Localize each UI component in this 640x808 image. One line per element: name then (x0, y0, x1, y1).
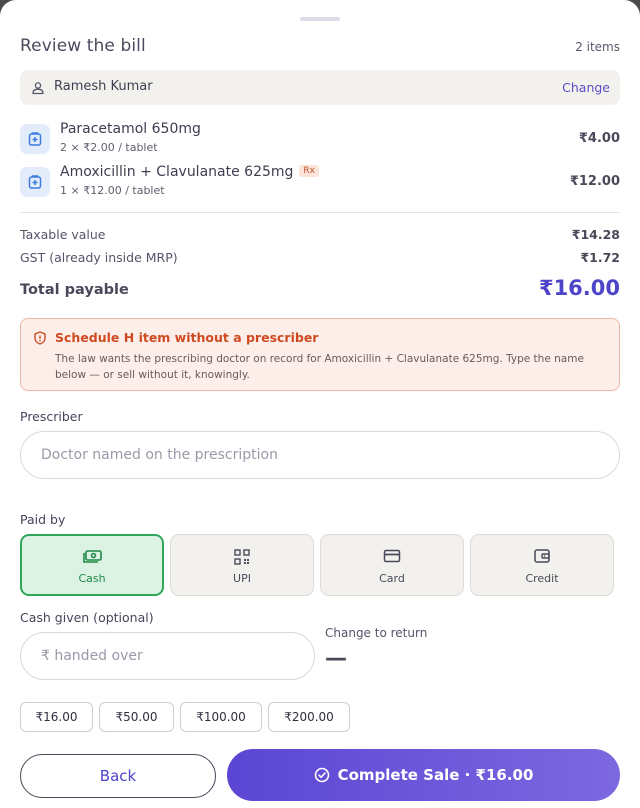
alert-body: The law wants the prescribing doctor on … (55, 353, 584, 381)
taxable-label: Taxable value (20, 227, 106, 242)
paid-by-label: Paid by (20, 512, 66, 527)
total-row: Total payable ₹16.00 (20, 276, 620, 300)
wallet-icon (534, 549, 550, 563)
complete-sale-label: Complete Sale · ₹16.00 (337, 766, 534, 784)
medicine-name: Amoxicillin + Clavulanate 625mg Rx (60, 164, 319, 180)
customer-name: Ramesh Kumar (54, 79, 153, 94)
total-value: ₹16.00 (538, 276, 620, 300)
quick-amount-button[interactable]: ₹50.00 (99, 702, 174, 732)
qr-code-icon (234, 549, 250, 565)
pay-option-credit[interactable]: Credit (470, 534, 614, 596)
header: Review the bill 2 items (20, 36, 620, 60)
page-title: Review the bill (20, 36, 146, 56)
taxable-row: Taxable value ₹14.28 (20, 227, 620, 247)
shield-warning-icon (34, 331, 46, 345)
taxable-value: ₹14.28 (571, 227, 620, 242)
medicine-name: Paracetamol 650mg (60, 121, 201, 137)
medicine-detail: 2 × ₹2.00 / tablet (60, 141, 158, 154)
line-amount: ₹4.00 (578, 131, 620, 146)
check-circle-icon (314, 767, 329, 783)
quick-amount-button[interactable]: ₹200.00 (268, 702, 350, 732)
cash-icon (83, 550, 102, 563)
person-icon (32, 82, 44, 95)
pay-option-label: Cash (78, 572, 106, 585)
line-amount: ₹12.00 (569, 174, 620, 189)
review-bill-sheet: Review the bill 2 items Ramesh Kumar Cha… (0, 0, 640, 808)
change-customer-button[interactable]: Change (562, 80, 610, 95)
gst-value: ₹1.72 (580, 250, 620, 265)
drag-handle[interactable] (300, 17, 340, 21)
pay-option-card[interactable]: Card (320, 534, 464, 596)
rx-badge: Rx (299, 165, 319, 177)
pay-option-label: Credit (525, 572, 559, 585)
back-button[interactable]: Back (20, 754, 216, 798)
gst-label: GST (already inside MRP) (20, 250, 178, 265)
medicine-icon (28, 132, 42, 146)
pay-option-label: UPI (233, 572, 251, 585)
card-icon (383, 549, 401, 563)
change-to-return-label: Change to return (325, 626, 428, 640)
medicine-detail: 1 × ₹12.00 / tablet (60, 184, 165, 197)
total-label: Total payable (20, 282, 129, 298)
quick-amount-button[interactable]: ₹100.00 (180, 702, 262, 732)
quick-amount-button[interactable]: ₹16.00 (20, 702, 93, 732)
medicine-icon (28, 175, 42, 189)
complete-sale-button[interactable]: Complete Sale · ₹16.00 (227, 749, 620, 801)
customer-bar: Ramesh Kumar Change (20, 70, 620, 105)
alert-title: Schedule H item without a prescriber (55, 330, 319, 345)
cash-given-label: Cash given (optional) (20, 610, 154, 625)
schedule-h-alert: Schedule H item without a prescriber The… (20, 318, 620, 391)
divider (20, 212, 620, 213)
pay-option-upi[interactable]: UPI (170, 534, 314, 596)
gst-row: GST (already inside MRP) ₹1.72 (20, 250, 620, 270)
list-item: Paracetamol 650mg 2 × ₹2.00 / tablet ₹4.… (20, 121, 620, 157)
cash-given-input[interactable] (20, 632, 315, 680)
list-item: Amoxicillin + Clavulanate 625mg Rx 1 × ₹1… (20, 164, 620, 200)
change-to-return-value: — (325, 646, 347, 671)
prescriber-label: Prescriber (20, 409, 83, 424)
item-count: 2 items (575, 40, 620, 54)
medicine-box (20, 124, 50, 154)
pay-option-label: Card (379, 572, 405, 585)
medicine-box (20, 167, 50, 197)
pay-option-cash[interactable]: Cash (20, 534, 164, 596)
prescriber-input[interactable] (20, 431, 620, 479)
